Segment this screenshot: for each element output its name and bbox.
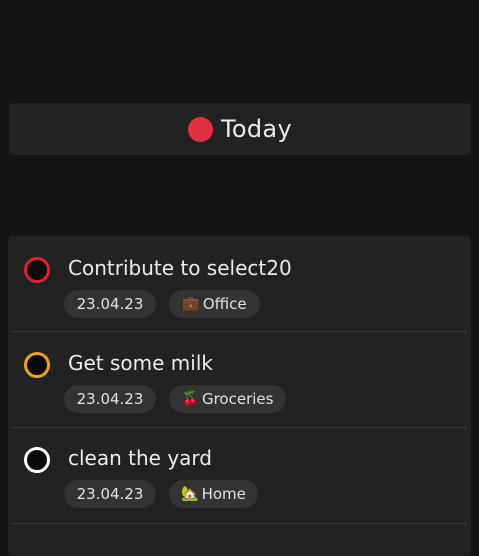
task-title: Get some milk — [68, 351, 213, 375]
tag-label: Home — [201, 485, 246, 503]
page-title: Today — [221, 115, 292, 143]
tag-chip-groceries[interactable]: 🍒 Groceries — [169, 385, 286, 413]
briefcase-icon: 💼 — [182, 296, 200, 312]
cherries-icon: 🍒 — [181, 391, 199, 407]
task-item[interactable]: clean the yard 23.04.23 🏡 Home — [12, 428, 467, 524]
tag-chip-office[interactable]: 💼 Office — [169, 290, 260, 318]
tag-chip-home[interactable]: 🏡 Home — [169, 480, 258, 508]
task-item[interactable]: Get some milk 23.04.23 🍒 Groceries — [12, 332, 467, 428]
task-checkbox-icon[interactable] — [24, 257, 50, 283]
task-item[interactable]: Contribute to select20 23.04.23 💼 Office — [12, 236, 467, 332]
tag-label: Groceries — [201, 390, 274, 408]
task-list: Contribute to select20 23.04.23 💼 Office… — [8, 236, 471, 556]
task-checkbox-icon[interactable] — [24, 447, 50, 473]
task-title: clean the yard — [68, 446, 212, 470]
task-checkbox-icon[interactable] — [24, 352, 50, 378]
tag-label: Office — [202, 295, 247, 313]
red-dot-icon — [188, 116, 214, 142]
task-title: Contribute to select20 — [68, 256, 292, 280]
house-icon: 🏡 — [181, 486, 199, 502]
date-chip: 23.04.23 — [64, 480, 156, 508]
date-chip: 23.04.23 — [64, 290, 156, 318]
today-header: Today — [9, 103, 471, 155]
date-chip: 23.04.23 — [64, 385, 156, 413]
